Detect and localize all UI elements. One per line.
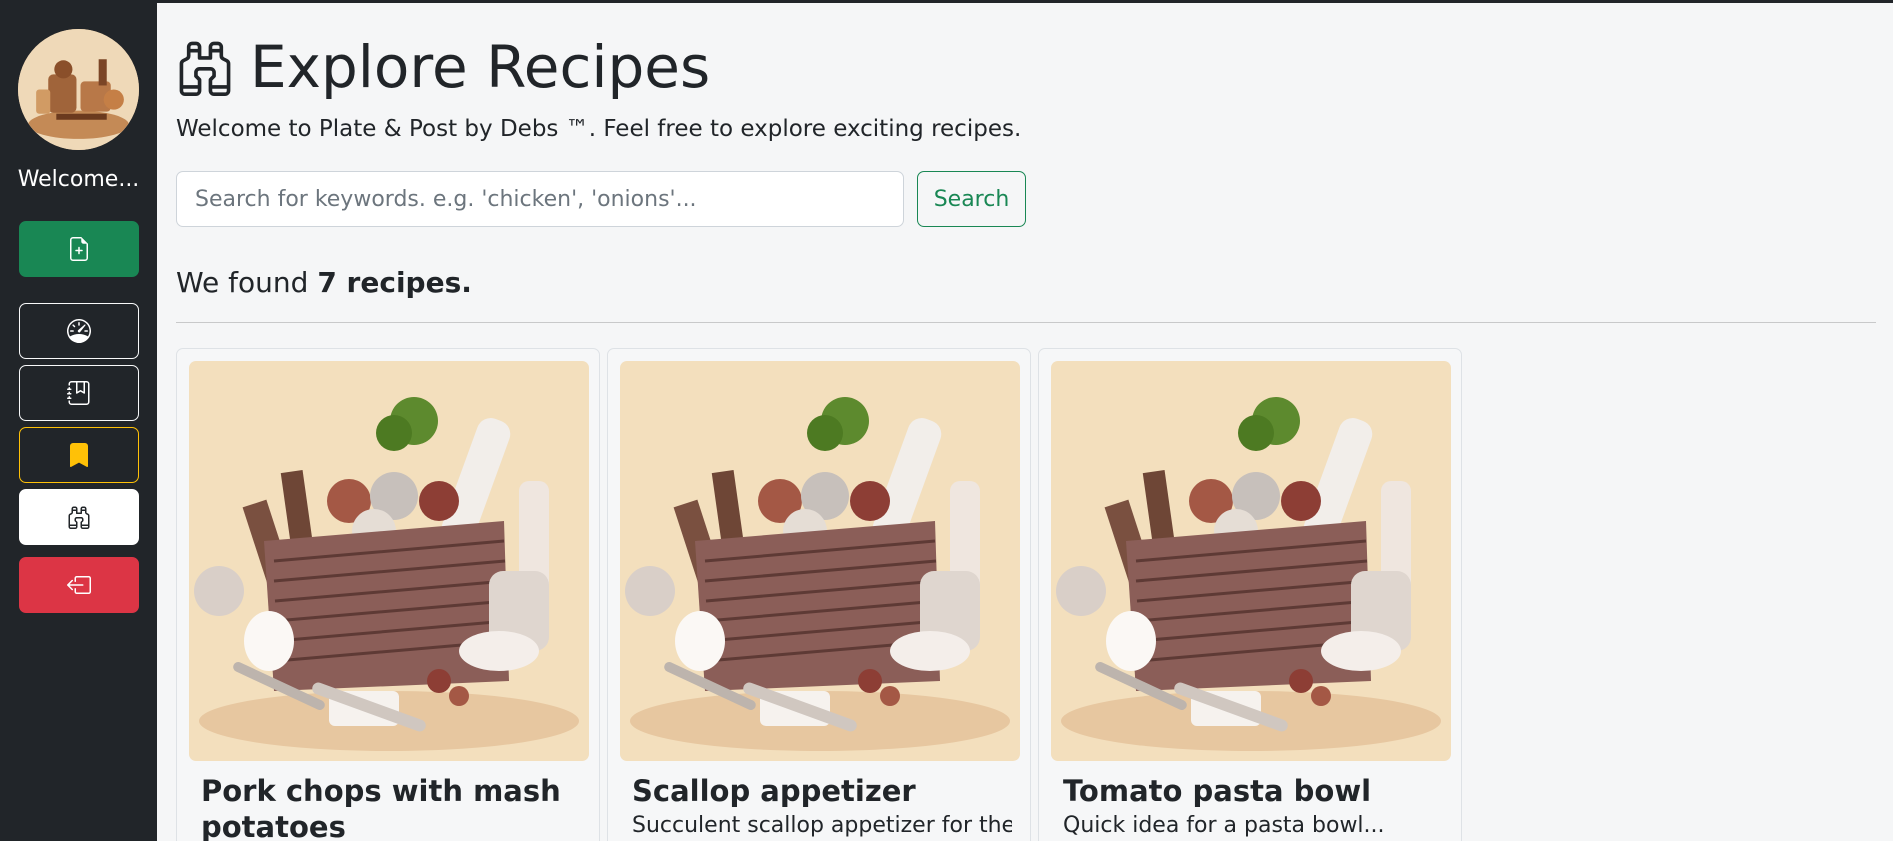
bookmark-heart-icon <box>70 443 88 467</box>
dashboard-button[interactable] <box>19 303 139 359</box>
page-header: Explore Recipes <box>176 32 710 102</box>
recipe-image <box>620 361 1020 761</box>
page-subtitle: Welcome to Plate & Post by Debs ™. Feel … <box>176 116 1022 142</box>
journal-icon <box>67 381 90 405</box>
saved-recipes-button[interactable] <box>19 427 139 483</box>
my-recipes-button[interactable] <box>19 365 139 421</box>
recipe-description: Succulent scallop appetizer for the <box>632 813 1012 838</box>
results-count: We found 7 recipes. <box>176 266 472 299</box>
recipe-card[interactable]: Tomato pasta bowl Quick idea for a pasta… <box>1038 348 1462 841</box>
recipe-card[interactable]: Pork chops with mash potatoes <box>176 348 600 841</box>
logout-button[interactable] <box>19 557 139 613</box>
recipe-image <box>189 361 589 761</box>
recipe-title[interactable]: Pork chops with mash potatoes <box>201 773 581 841</box>
recipe-title[interactable]: Tomato pasta bowl <box>1063 773 1443 809</box>
explore-button[interactable] <box>19 489 139 545</box>
page-title: Explore Recipes <box>250 33 711 101</box>
recipe-image <box>1051 361 1451 761</box>
sidebar: Welcome... <box>0 3 157 841</box>
recipe-description: Quick idea for a pasta bowl... <box>1063 813 1385 838</box>
file-plus-icon <box>70 237 88 261</box>
new-recipe-button[interactable] <box>19 221 139 277</box>
recipe-card[interactable]: Scallop appetizer Succulent scallop appe… <box>607 348 1031 841</box>
avatar <box>18 29 139 150</box>
welcome-text: Welcome... <box>17 167 140 192</box>
top-border <box>0 0 1893 3</box>
divider <box>176 322 1876 323</box>
binoculars-icon <box>68 506 90 529</box>
recipe-title[interactable]: Scallop appetizer <box>632 773 1012 809</box>
box-arrow-left-icon <box>67 576 91 594</box>
search-input[interactable] <box>176 171 904 227</box>
results-number: 7 recipes. <box>317 266 472 299</box>
binoculars-icon <box>179 41 231 96</box>
search-button[interactable]: Search <box>917 171 1026 227</box>
results-prefix: We found <box>176 266 318 299</box>
speedometer-icon <box>67 319 91 343</box>
